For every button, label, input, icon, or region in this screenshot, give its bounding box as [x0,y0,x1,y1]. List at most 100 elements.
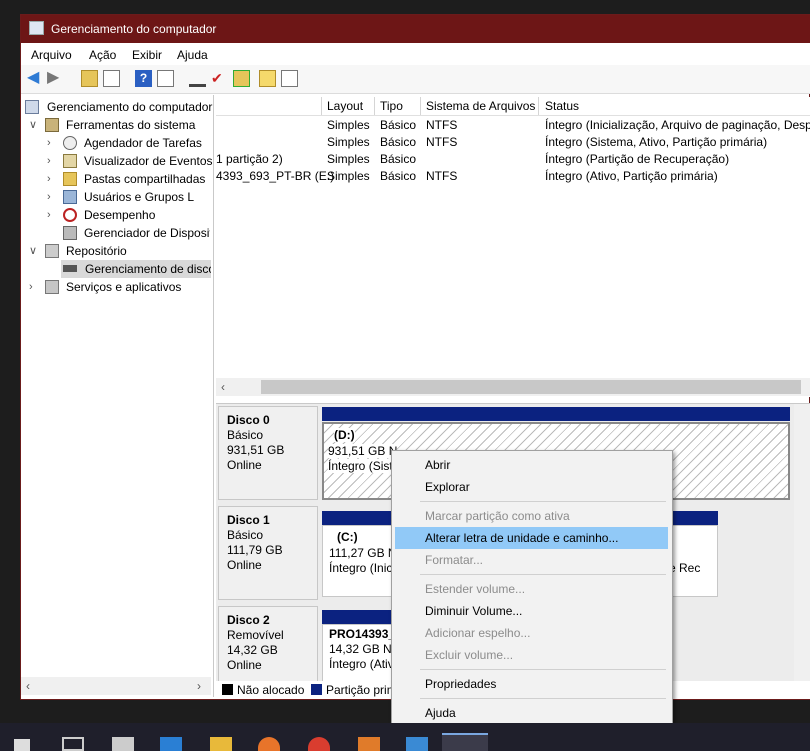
media-player-icon[interactable] [358,737,380,751]
scroll-right-icon[interactable]: › [197,679,201,693]
window-title: Gerenciamento do computador [51,22,217,36]
tree-item-label: Gerenciamento de disco [85,262,211,276]
col-status[interactable]: Status [545,99,579,113]
chevron-down-icon[interactable]: ∨ [29,242,37,260]
services-icon [45,280,59,294]
menu-item-adicionar-espelho[interactable]: Adicionar espelho... [395,622,668,644]
menu-item-propriedades[interactable]: Propriedades [395,673,668,695]
volume-label: (C:) [337,530,358,544]
volume-layout: Simples [327,118,370,132]
show-tree-icon[interactable] [103,70,120,87]
col-sistema-arquivos[interactable]: Sistema de Arquivos [426,99,535,113]
scroll-left-icon[interactable]: ‹ [221,380,225,394]
volume-tipo: Básico [380,135,417,149]
windows-start-icon[interactable] [14,739,30,751]
task-view-icon[interactable] [62,737,84,751]
chevron-right-icon[interactable]: › [47,188,51,206]
users-icon [63,190,77,204]
volume-fs: NTFS [426,169,458,183]
store-icon[interactable] [112,737,134,751]
col-layout[interactable]: Layout [327,99,363,113]
chrome-icon[interactable] [308,737,330,751]
disk-0-info[interactable]: Disco 0 Básico 931,51 GB Online [218,406,318,500]
chevron-right-icon[interactable]: › [29,278,33,296]
properties-pane-icon[interactable] [157,70,174,87]
volume-tipo: Básico [380,169,417,183]
list-icon[interactable] [281,70,298,87]
menu-acao[interactable]: Ação [89,48,116,62]
tree-hscrollbar[interactable]: ‹ › [21,677,211,695]
search-icon[interactable] [259,70,276,87]
clock-icon [63,136,77,150]
table-row[interactable]: 1 partição 2) Simples Básico Íntegro (Parti… [216,151,810,168]
menu-arquivo[interactable]: Arquivo [31,48,72,62]
menu-ajuda[interactable]: Ajuda [177,48,208,62]
disk-name: Disco 0 [227,413,270,427]
chevron-down-icon[interactable]: ∨ [29,116,37,134]
menu-item-ajuda[interactable]: Ajuda [395,702,668,724]
taskbar [0,723,810,751]
table-row[interactable]: 4393_693_PT-BR (E:) Simples Básico NTFS Ínte… [216,168,810,185]
back-icon[interactable]: ◀ [27,70,44,87]
volume-fs: NTFS [426,118,458,132]
control-panel-icon[interactable] [406,737,428,751]
mail-icon[interactable] [160,737,182,751]
device-manager-icon [63,226,77,240]
scroll-thumb[interactable] [261,380,801,394]
volume-size: 111,27 GB N [329,546,397,560]
volume-status: Íntegro (Ativ [329,657,394,671]
disk-vscrollbar[interactable] [794,404,810,682]
chevron-right-icon[interactable]: › [47,134,51,152]
tree-item-disk-management[interactable]: Gerenciamento de disco [61,260,211,278]
volume-list-hscrollbar[interactable]: ‹ [216,378,810,396]
title-bar[interactable]: Gerenciamento do computador [21,15,810,43]
table-row[interactable]: Simples Básico NTFS Íntegro (Inicialização,… [216,117,810,134]
menu-bar: Arquivo Ação Exibir Ajuda [21,43,810,65]
disk-1-info[interactable]: Disco 1 Básico 111,79 GB Online [218,506,318,600]
file-explorer-icon[interactable] [210,737,232,751]
menu-item-formatar[interactable]: Formatar... [395,549,668,571]
volume-tipo: Básico [380,152,417,166]
volume-label: PRO14393_ [329,627,396,641]
menu-item-estender[interactable]: Estender volume... [395,578,668,600]
volume-layout: Simples [327,135,370,149]
tree-item-label: Usuários e Grupos Locais [84,190,194,204]
col-tipo[interactable]: Tipo [380,99,403,113]
computer-management-taskbar-icon[interactable] [442,733,488,751]
check-icon[interactable]: ✔ [211,70,228,87]
volume-tipo: Básico [380,118,417,132]
volume-label: (D:) [334,428,355,442]
firefox-icon[interactable] [258,737,280,751]
scroll-left-icon[interactable]: ‹ [26,679,30,693]
disk-2-info[interactable]: Disco 2 Removível 14,32 GB Online [218,606,318,682]
app-icon [29,21,44,35]
disk-name: Disco 2 [227,613,270,627]
volume-status: Íntegro (Partição de Recuperação) [545,152,730,166]
help-icon[interactable]: ? [135,70,152,87]
disk-size: 111,79 GB [227,543,283,557]
connect-icon[interactable] [189,70,206,87]
menu-item-abrir[interactable]: Abrir [395,454,668,476]
up-folder-icon[interactable] [81,70,98,87]
disk-icon [63,265,77,272]
menu-item-alterar-letra[interactable]: Alterar letra de unidade e caminho... [395,527,668,549]
disk-state: Online [227,658,262,672]
menu-item-explorar[interactable]: Explorar [395,476,668,498]
chevron-right-icon[interactable]: › [47,170,51,188]
export-icon[interactable] [233,70,250,87]
forward-icon[interactable]: ▶ [47,70,64,87]
menu-item-diminuir[interactable]: Diminuir Volume... [395,600,668,622]
disk-state: Online [227,558,262,572]
chevron-right-icon[interactable]: › [47,152,51,170]
legend-unallocated: Não alocado [237,683,305,697]
menu-exibir[interactable]: Exibir [132,48,162,62]
shared-folder-icon [63,172,77,186]
navigation-tree: Gerenciamento do computador ∨ Ferramenta… [21,95,214,697]
menu-item-marcar-ativa[interactable]: Marcar partição como ativa [395,505,668,527]
menu-item-excluir[interactable]: Excluir volume... [395,644,668,666]
volume-list: Layout Tipo Sistema de Arquivos Status S… [216,97,810,397]
volume-list-header: Layout Tipo Sistema de Arquivos Status [216,97,810,116]
disk-2-volume[interactable]: PRO14393_ 14,32 GB N Íntegro (Ativ [322,624,402,682]
chevron-right-icon[interactable]: › [47,206,51,224]
table-row[interactable]: Simples Básico NTFS Íntegro (Sistema, Ativo… [216,134,810,151]
